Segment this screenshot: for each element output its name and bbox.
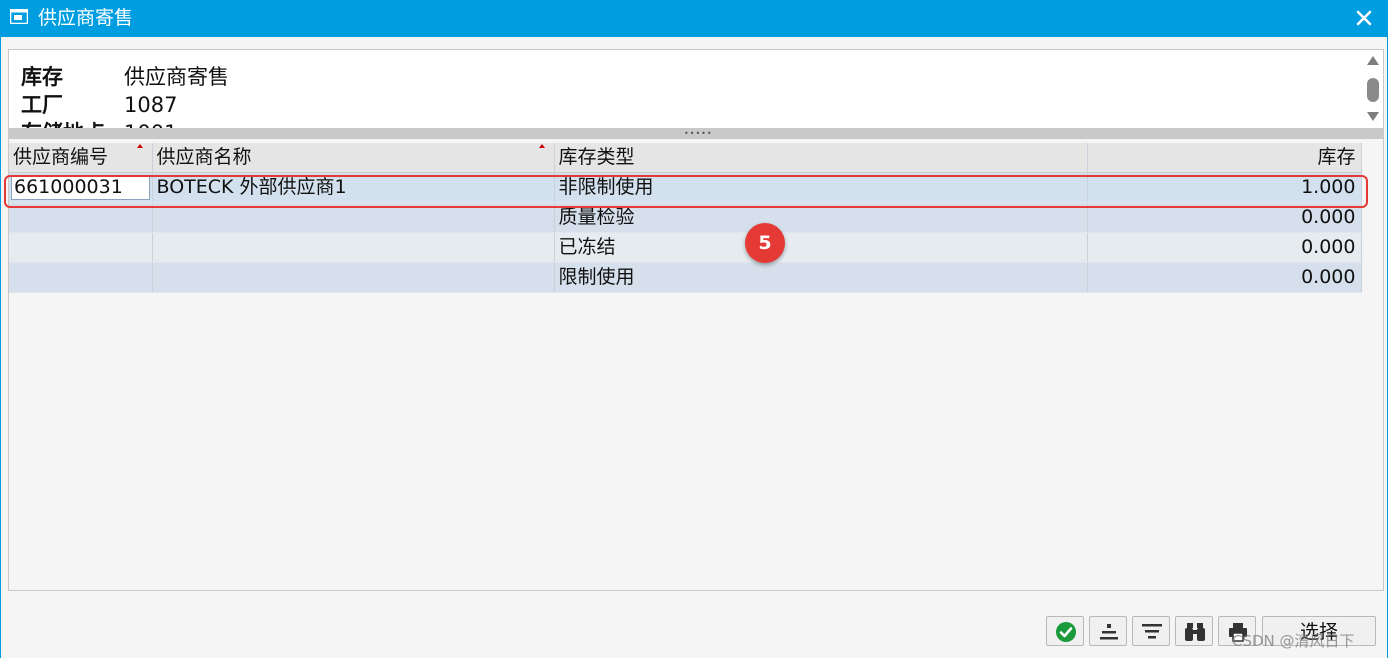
vendor-no-field[interactable]: 661000031 — [11, 175, 150, 200]
info-label: 存储地点 — [21, 121, 124, 128]
vendor-stock-table: 供应商编号 供应商名称 库存类型 库存 661000031 BOTECK 外部供… — [9, 143, 1362, 293]
stock-cell[interactable]: 0.000 — [1087, 262, 1362, 293]
vendor-stock-table-area: 供应商编号 供应商名称 库存类型 库存 661000031 BOTECK 外部供… — [8, 139, 1384, 591]
window-menu-icon[interactable] — [10, 9, 28, 24]
table-row[interactable]: 661000031 BOTECK 外部供应商1 非限制使用 1.000 — [9, 172, 1362, 203]
window-title: 供应商寄售 — [38, 7, 134, 29]
binoculars-icon — [1185, 623, 1205, 641]
vendor-no-cell[interactable] — [9, 232, 153, 263]
filter-button[interactable] — [1132, 616, 1170, 646]
table-row[interactable]: 限制使用 0.000 — [9, 262, 1362, 293]
info-value: 1087 — [124, 93, 178, 117]
vendor-no-cell[interactable] — [9, 202, 153, 233]
column-header-stock-type[interactable]: 库存类型 — [554, 143, 1088, 173]
stock-type-cell[interactable]: 限制使用 — [554, 262, 1088, 293]
vendor-no-cell[interactable] — [9, 262, 153, 293]
vendor-name-cell[interactable] — [152, 262, 555, 293]
column-header-stock[interactable]: 库存 — [1087, 143, 1362, 173]
table-row[interactable]: 质量检验 0.000 — [9, 202, 1362, 233]
step-badge: 5 — [745, 223, 785, 263]
find-button[interactable] — [1175, 616, 1213, 646]
vendor-no-cell[interactable]: 661000031 — [9, 172, 153, 203]
vendor-name-cell[interactable] — [152, 232, 555, 263]
filter-icon — [1142, 624, 1162, 639]
scroll-down-icon[interactable] — [1367, 112, 1379, 121]
header-info-panel: 库存 供应商寄售 工厂 1087 存储地点1001 — [8, 49, 1384, 129]
table-row[interactable]: 已冻结 0.000 — [9, 232, 1362, 263]
sort-indicator-icon — [137, 144, 143, 148]
scroll-thumb[interactable] — [1367, 78, 1379, 102]
sort-icon — [1100, 624, 1118, 640]
info-row-plant: 工厂 1087 — [21, 93, 177, 117]
column-header-vendor-name[interactable]: 供应商名称 — [152, 143, 555, 173]
check-icon — [1056, 622, 1076, 642]
vendor-name-cell[interactable] — [152, 202, 555, 233]
info-label: 库存 — [21, 65, 63, 89]
sort-indicator-icon — [538, 144, 545, 148]
panel-splitter[interactable]: ••••• — [8, 129, 1384, 139]
info-label: 工厂 — [21, 93, 63, 117]
confirm-button[interactable] — [1046, 616, 1084, 646]
stock-cell[interactable]: 0.000 — [1087, 232, 1362, 263]
sort-button[interactable] — [1089, 616, 1127, 646]
grip-icon: ••••• — [684, 129, 713, 138]
column-header-vendor-no[interactable]: 供应商编号 — [9, 143, 153, 173]
title-bar: 供应商寄售 — [0, 0, 1388, 37]
info-row-storage-location: 存储地点1001 — [21, 121, 177, 128]
table-header-row: 供应商编号 供应商名称 库存类型 库存 — [9, 143, 1362, 173]
info-value: 供应商寄售 — [124, 65, 229, 89]
stock-cell[interactable]: 1.000 — [1087, 172, 1362, 203]
stock-type-cell[interactable]: 质量检验 — [554, 202, 1088, 233]
scroll-up-icon[interactable] — [1367, 56, 1379, 65]
watermark-text: CSDN @清风日下 — [1232, 632, 1355, 650]
stock-type-cell[interactable]: 非限制使用 — [554, 172, 1088, 203]
stock-type-cell[interactable]: 已冻结 — [554, 232, 1088, 263]
close-icon[interactable] — [1354, 8, 1374, 28]
stock-cell[interactable]: 0.000 — [1087, 202, 1362, 233]
vendor-name-cell[interactable]: BOTECK 外部供应商1 — [152, 172, 555, 203]
header-scrollbar[interactable] — [1363, 50, 1383, 128]
info-row-stock: 库存 供应商寄售 — [21, 65, 229, 89]
info-value: 1001 — [124, 121, 177, 128]
